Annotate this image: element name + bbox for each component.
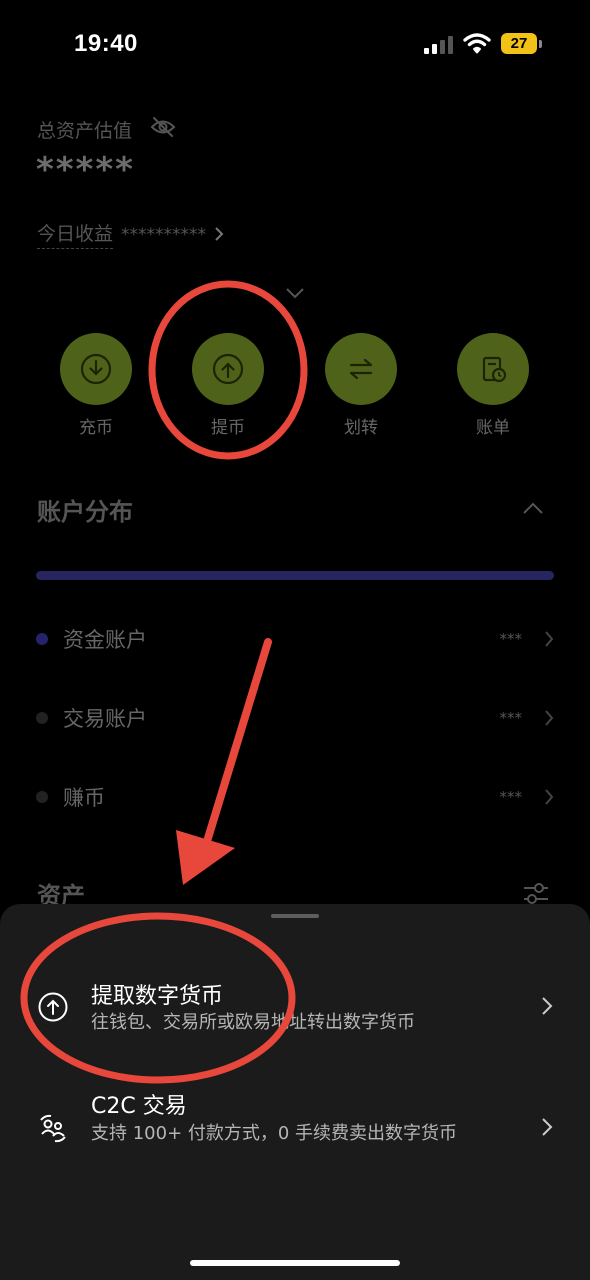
account-dot [36, 791, 48, 803]
chevron-right-icon [215, 227, 224, 241]
wifi-icon [463, 33, 491, 54]
sheet-item-desc: 支持 100+ 付款方式，0 手续费卖出数字货币 [91, 1123, 458, 1144]
account-row-earn[interactable]: 赚币 *** [36, 777, 554, 817]
account-distribution-bar [36, 571, 554, 580]
status-bar: 19:40 27 [0, 0, 590, 90]
account-name: 交易账户 [63, 707, 147, 731]
deposit-label: 充币 [79, 418, 113, 438]
sheet-item-withdraw-crypto[interactable]: 提取数字货币 往钱包、交易所或欧易地址转出数字货币 [0, 960, 590, 1070]
deposit-icon [80, 353, 112, 385]
bill-label: 账单 [476, 418, 510, 438]
account-row-funding[interactable]: 资金账户 *** [36, 619, 554, 659]
account-distribution-title: 账户分布 [37, 498, 133, 526]
chevron-right-icon [545, 631, 554, 647]
sheet-grabber[interactable] [271, 914, 319, 918]
withdraw-icon [38, 992, 68, 1022]
sheet-item-title: 提取数字货币 [91, 984, 224, 1009]
withdraw-label: 提币 [211, 418, 245, 438]
chevron-right-icon [542, 997, 553, 1015]
chevron-up-icon[interactable] [522, 500, 544, 516]
account-name: 赚币 [63, 786, 105, 810]
transfer-icon [349, 358, 373, 380]
chevron-right-icon [545, 710, 554, 726]
sheet-item-desc: 往钱包、交易所或欧易地址转出数字货币 [91, 1012, 415, 1033]
eye-off-icon[interactable] [150, 116, 176, 138]
sheet-item-c2c[interactable]: C2C 交易 支持 100+ 付款方式，0 手续费卖出数字货币 [0, 1082, 590, 1182]
chevron-right-icon [542, 1118, 553, 1136]
bill-icon [482, 356, 507, 383]
total-assets-label: 总资产估值 [37, 120, 133, 142]
account-value: *** [499, 709, 523, 727]
status-time: 19:40 [74, 30, 138, 57]
battery-tip [539, 40, 542, 48]
home-indicator [190, 1260, 400, 1266]
account-name: 资金账户 [63, 628, 147, 652]
account-dot [36, 633, 48, 645]
account-value: *** [499, 788, 523, 806]
withdraw-icon [212, 353, 244, 385]
today-profit-value: ********** [121, 225, 207, 245]
chevron-down-icon[interactable] [285, 286, 305, 300]
battery-icon: 27 [501, 33, 537, 54]
transfer-label: 划转 [344, 418, 378, 438]
sheet-item-title: C2C 交易 [91, 1094, 187, 1119]
total-assets-value: ***** [36, 150, 135, 190]
withdraw-options-sheet: 提取数字货币 往钱包、交易所或欧易地址转出数字货币 C2C 交易 支持 100+… [0, 904, 590, 1280]
withdraw-button[interactable]: 提币 [178, 333, 278, 438]
today-profit-label: 今日收益 [37, 219, 114, 249]
account-row-trading[interactable]: 交易账户 *** [36, 698, 554, 738]
account-value: *** [499, 630, 523, 648]
account-dot [36, 712, 48, 724]
today-profit-row[interactable]: 今日收益 ********** [37, 219, 224, 249]
quick-actions: 充币 提币 划转 账单 [0, 333, 590, 443]
deposit-button[interactable]: 充币 [46, 333, 146, 438]
c2c-trade-icon [40, 1114, 66, 1143]
chevron-right-icon [545, 789, 554, 805]
transfer-button[interactable]: 划转 [311, 333, 411, 438]
cellular-signal-icon [424, 34, 454, 54]
bill-button[interactable]: 账单 [443, 333, 543, 438]
filter-sliders-icon[interactable] [522, 880, 550, 906]
